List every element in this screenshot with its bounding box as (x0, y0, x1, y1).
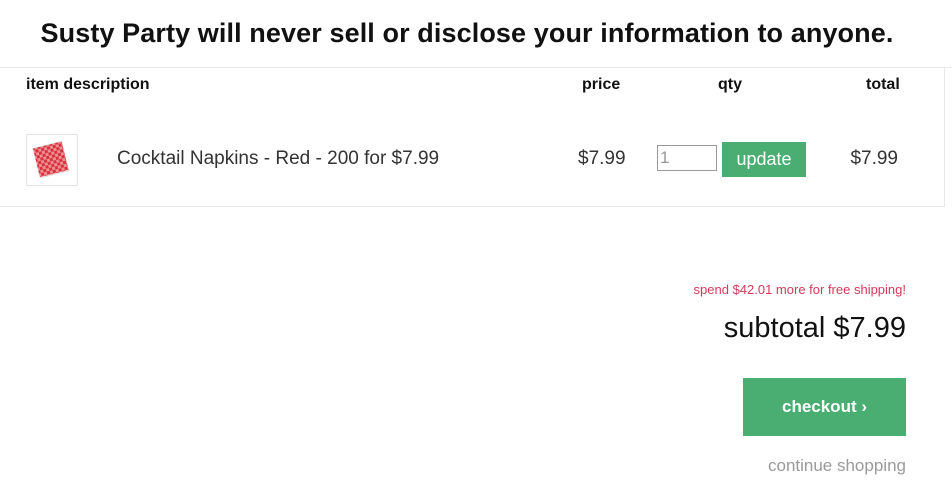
item-price: $7.99 (578, 148, 626, 169)
free-shipping-note: spend $42.01 more for free shipping! (693, 282, 906, 297)
item-total: $7.99 (850, 148, 898, 169)
header-item-description: item description (26, 76, 150, 93)
cart-page: Susty Party will never sell or disclose … (0, 0, 952, 493)
item-thumbnail[interactable] (26, 134, 78, 186)
quantity-input[interactable] (657, 145, 717, 171)
checkout-button[interactable]: checkout › (743, 378, 906, 436)
subtotal: subtotal $7.99 (724, 312, 906, 345)
subtotal-label: subtotal (723, 312, 826, 344)
item-name[interactable]: Cocktail Napkins - Red - 200 for $7.99 (117, 148, 439, 170)
subtotal-value: $7.99 (833, 312, 906, 344)
red-checkered-napkins-icon (32, 140, 70, 178)
continue-shopping-link[interactable]: continue shopping (768, 456, 906, 476)
cart-item-row: Cocktail Napkins - Red - 200 for $7.99 $… (0, 110, 944, 207)
table-right-border (944, 67, 945, 207)
update-button[interactable]: update (722, 142, 806, 177)
header-price: price (582, 76, 621, 93)
header-total: total (866, 76, 900, 93)
header-qty: qty (718, 76, 742, 93)
privacy-title: Susty Party will never sell or disclose … (40, 18, 894, 48)
privacy-banner: Susty Party will never sell or disclose … (0, 0, 952, 68)
